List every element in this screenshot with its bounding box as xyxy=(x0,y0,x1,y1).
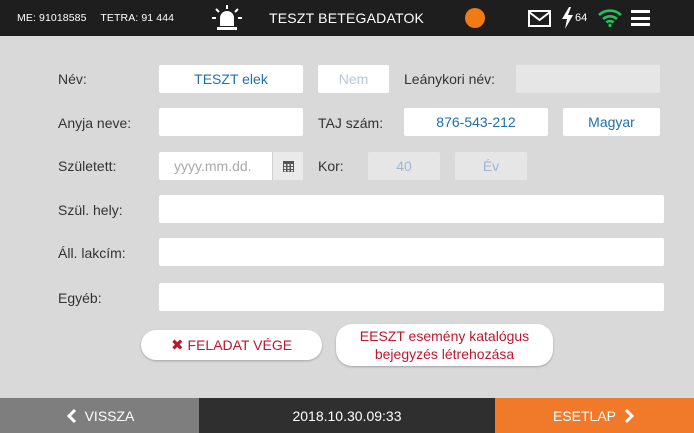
eeszt-button[interactable]: EESZT esemény katalógus bejegyzés létreh… xyxy=(336,324,553,366)
date-label: 2018.10.30. xyxy=(292,407,367,424)
tetra-label: TETRA: xyxy=(100,12,139,24)
back-label: VISSZA xyxy=(84,407,135,424)
szuletett-label: Született: xyxy=(58,158,117,174)
nem-field[interactable]: Nem xyxy=(318,65,389,93)
szul-hely-field[interactable] xyxy=(159,195,664,223)
esetlap-label: ESETLAP xyxy=(552,407,617,424)
menu-icon[interactable] xyxy=(631,10,650,26)
me-value: 91018585 xyxy=(39,12,87,24)
esetlap-button[interactable]: ESETLAP xyxy=(495,398,694,433)
time-label: 09:33 xyxy=(366,407,402,424)
me-label: ME: xyxy=(17,12,36,24)
eeszt-label-line1: EESZT esemény katalógus xyxy=(359,328,530,344)
top-status-bar: ME: 91018585 TETRA: 91 444 TESZT BETEGAD… xyxy=(0,0,694,36)
kor-field: 40 xyxy=(368,152,440,180)
leanykori-nev-label: Leánykori név: xyxy=(404,71,496,87)
unit-info: ME: 91018585 TETRA: 91 444 xyxy=(17,12,174,24)
feladat-vege-label: FELADAT VÉGE xyxy=(187,337,293,353)
nationality-select[interactable]: Magyar xyxy=(563,108,660,136)
battery-level: 64 xyxy=(575,12,588,24)
szul-hely-label: Szül. hely: xyxy=(58,202,123,218)
status-dot-icon[interactable] xyxy=(465,8,485,28)
envelope-icon[interactable] xyxy=(528,8,551,28)
eeszt-label-line2: bejegyzés létrehozása xyxy=(374,346,515,362)
taj-field[interactable]: 876-543-212 xyxy=(404,108,548,136)
bolt-icon xyxy=(562,7,573,29)
chevron-left-icon xyxy=(66,408,76,423)
kor-label: Kor: xyxy=(318,158,344,174)
egyeb-label: Egyéb: xyxy=(58,290,102,306)
nev-label: Név: xyxy=(58,71,87,87)
tetra-value: 91 444 xyxy=(141,12,175,24)
all-lakcim-label: Áll. lakcím: xyxy=(58,245,126,261)
back-button[interactable]: VISSZA xyxy=(0,398,199,433)
page-title: TESZT BETEGADATOK xyxy=(269,10,425,26)
taj-label: TAJ szám: xyxy=(318,115,384,131)
all-lakcim-field[interactable] xyxy=(159,238,664,266)
siren-icon[interactable] xyxy=(212,4,242,32)
egyeb-field[interactable] xyxy=(159,283,664,311)
wifi-icon xyxy=(598,9,622,27)
chevron-right-icon xyxy=(624,408,635,423)
bottom-bar: VISSZA 2018.10.30. 09:33 ESETLAP xyxy=(0,398,694,433)
feladat-vege-button[interactable]: ✖ FELADAT VÉGE xyxy=(141,330,322,360)
anyja-neve-field[interactable] xyxy=(159,108,303,136)
leanykori-nev-field[interactable] xyxy=(516,65,660,93)
anyja-neve-label: Anyja neve: xyxy=(58,115,132,131)
datetime-display: 2018.10.30. 09:33 xyxy=(199,398,495,433)
nev-field[interactable]: TESZT elek xyxy=(159,65,303,93)
close-icon: ✖ xyxy=(170,337,184,354)
kor-unit-field: Év xyxy=(455,152,527,180)
calendar-icon[interactable] xyxy=(272,152,303,180)
